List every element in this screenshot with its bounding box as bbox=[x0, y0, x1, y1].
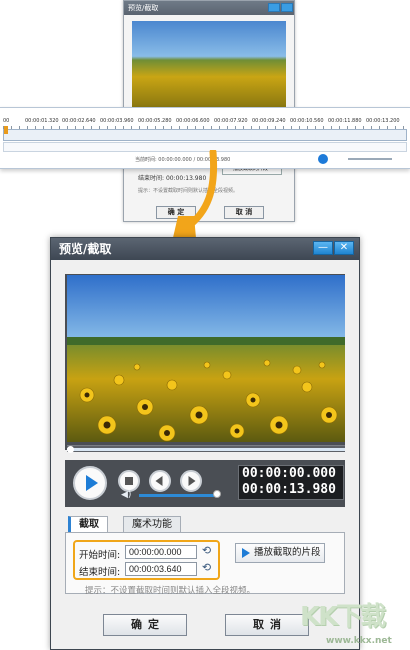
ruler-label: 00:00:02.640 bbox=[62, 118, 96, 124]
ruler-label: 00:00:07.920 bbox=[214, 118, 248, 124]
ruler-label: 00:00:13.200 bbox=[366, 118, 400, 124]
volume-knob[interactable] bbox=[213, 490, 221, 498]
close-icon[interactable] bbox=[281, 3, 293, 12]
background-cancel-button[interactable]: 取 消 bbox=[224, 206, 264, 219]
ruler-label: 00:00:09.240 bbox=[252, 118, 286, 124]
minimize-icon[interactable] bbox=[268, 3, 280, 12]
tab-magic[interactable]: 魔术功能 bbox=[123, 516, 181, 533]
seek-bar[interactable] bbox=[67, 445, 345, 453]
play-clip-button[interactable]: 播放截取的片段 bbox=[235, 543, 325, 563]
timeline-track[interactable] bbox=[3, 129, 407, 141]
watermark-url: www.kkx.net bbox=[326, 636, 392, 646]
watermark: KK下载 www.kkx.net bbox=[300, 596, 410, 650]
total-time: 00:00:13.980 bbox=[242, 482, 336, 497]
ruler-label: 00 bbox=[3, 118, 10, 124]
current-time: 00:00:00.000 bbox=[242, 466, 336, 481]
curved-arrow-icon bbox=[172, 150, 218, 242]
cancel-button[interactable]: 取消 bbox=[225, 614, 309, 636]
ruler-label: 00:00:11.880 bbox=[328, 118, 362, 124]
background-video-preview bbox=[132, 21, 286, 114]
speaker-icon[interactable]: ◀) bbox=[121, 490, 131, 500]
close-button[interactable]: ✕ bbox=[334, 241, 354, 255]
background-end-label: 结束时间: bbox=[138, 175, 165, 182]
stop-button[interactable] bbox=[118, 470, 140, 492]
previous-frame-button[interactable] bbox=[149, 470, 171, 492]
video-preview bbox=[67, 275, 345, 442]
ruler-label: 00:00:05.280 bbox=[138, 118, 172, 124]
timeline-play-icon[interactable] bbox=[318, 154, 328, 164]
stop-icon bbox=[125, 477, 133, 485]
ok-button[interactable]: 确定 bbox=[103, 614, 187, 636]
timeline-playhead[interactable] bbox=[4, 126, 8, 134]
timeline-volume-slider[interactable] bbox=[348, 158, 392, 160]
hint-text: 提示：不设置截取时间则默认插入全段视频。 bbox=[85, 586, 256, 596]
preview-trim-dialog: 预览/截取 — ✕ ◀) 00:00:00.000 00:00:13.980 截… bbox=[50, 237, 360, 650]
next-frame-icon bbox=[188, 476, 196, 486]
play-button[interactable] bbox=[73, 466, 107, 500]
ruler-label: 00:00:06.600 bbox=[176, 118, 210, 124]
volume-slider[interactable] bbox=[139, 494, 217, 497]
time-fields-highlight bbox=[73, 540, 220, 580]
next-frame-button[interactable] bbox=[180, 470, 202, 492]
play-clip-icon bbox=[242, 548, 250, 558]
play-icon bbox=[86, 475, 98, 491]
play-clip-label: 播放截取的片段 bbox=[254, 547, 321, 558]
ruler-label: 00:00:03.960 bbox=[100, 118, 134, 124]
seek-track bbox=[67, 448, 345, 451]
ruler-label: 00:00:10.560 bbox=[290, 118, 324, 124]
tab-trim[interactable]: 截取 bbox=[68, 516, 108, 533]
minimize-button[interactable]: — bbox=[313, 241, 333, 255]
seek-knob[interactable] bbox=[67, 446, 74, 453]
watermark-logo: KK下载 bbox=[300, 602, 386, 632]
dialog-title: 预览/截取 bbox=[59, 242, 112, 256]
previous-frame-icon bbox=[155, 476, 163, 486]
ruler-label: 00:00:01.320 bbox=[25, 118, 59, 124]
time-display: 00:00:00.000 00:00:13.980 bbox=[238, 465, 344, 500]
